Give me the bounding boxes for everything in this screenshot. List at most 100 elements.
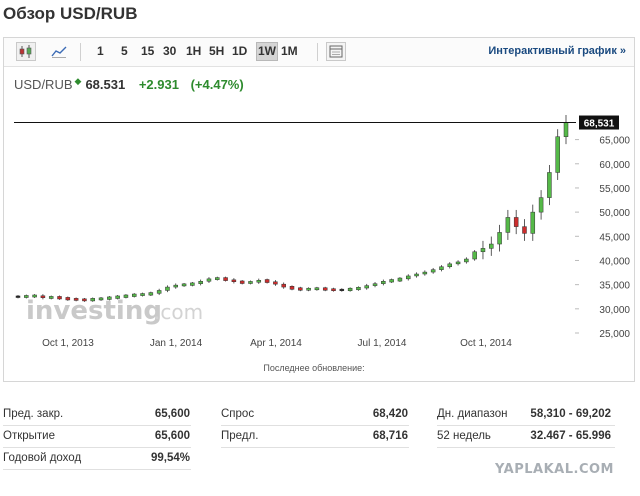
y-axis-label: 25,000 (599, 329, 630, 340)
stats-row: Пред. закр. 65,600 Спрос 68,420 Дн. диапазон… (3, 404, 615, 426)
candle-body (555, 136, 560, 173)
y-axis-label: 65,000 (599, 136, 630, 147)
stat-value: 58,310 - 69,202 (530, 408, 611, 420)
candle-body (15, 295, 21, 298)
chart-panel: 1 5 15 30 1H 5H 1D 1W 1M Интерактивный график » … (3, 37, 635, 382)
price-chart[interactable]: investing.com25,00030,00035,00040,00045,… (4, 38, 634, 378)
stat-value: 68,420 (372, 408, 408, 420)
last-price-label: 68,531 (584, 119, 615, 130)
x-axis-label: Jan 1, 2014 (150, 338, 203, 349)
candle-body (455, 261, 461, 265)
candle-body (82, 298, 87, 302)
candle-body (140, 293, 145, 296)
candle-body (381, 281, 386, 284)
candle-body (131, 293, 137, 297)
x-axis-label: Apr 1, 2014 (250, 338, 302, 349)
stat-divider (3, 469, 191, 470)
candle-body (372, 283, 378, 286)
candle-body (414, 273, 419, 277)
candle-body (522, 226, 527, 234)
candle-body (198, 281, 203, 284)
y-axis-label: 55,000 (599, 184, 630, 195)
stat-label: Дн. диапазон (437, 408, 508, 420)
candle-body (123, 294, 129, 298)
last-update-label: Последнее обновление: (263, 363, 364, 373)
stat-label: Спрос (221, 408, 255, 420)
candle-body (156, 290, 162, 294)
candle-body (447, 263, 453, 268)
candle-body (289, 286, 295, 290)
y-axis-label: 50,000 (599, 208, 630, 219)
candle-body (90, 298, 95, 302)
candle-body (464, 258, 469, 263)
stat-value: 65,600 (154, 408, 190, 420)
candle-body (231, 279, 237, 282)
candle-body (148, 292, 154, 296)
candle-body (223, 277, 228, 281)
candle-body (165, 286, 170, 291)
y-axis-label: 40,000 (599, 256, 630, 267)
candle-body (281, 283, 286, 288)
candle-body (480, 248, 486, 253)
candle-body (339, 288, 345, 292)
stat-label: Предл. (221, 430, 259, 442)
candle-body (538, 197, 544, 213)
candle-body (547, 172, 552, 198)
stat-label: Годовой доход (3, 452, 82, 464)
candle-body (273, 281, 278, 285)
candle-body (190, 282, 195, 286)
candle-body (173, 284, 179, 288)
candle-body (65, 297, 71, 301)
chart-watermark-suffix: .com (154, 300, 203, 324)
stat-value: 99,54% (150, 452, 190, 464)
y-axis-label: 60,000 (599, 160, 630, 171)
candle-body (497, 232, 502, 245)
stat-value: 32.467 - 65.996 (530, 430, 611, 442)
candle-body (563, 122, 569, 137)
candle-body (298, 287, 303, 291)
candle-body (57, 296, 62, 300)
candle-body (248, 281, 253, 284)
candle-body (513, 217, 519, 227)
candle-body (347, 287, 353, 292)
candle-body (181, 283, 187, 287)
candle-body (264, 279, 270, 283)
candle-body (505, 217, 511, 233)
stat-label: Открытие (3, 430, 55, 442)
candle-body (40, 295, 46, 298)
candle-body (356, 286, 361, 291)
candle-body (206, 278, 212, 282)
candle-body (430, 269, 436, 273)
candle-body (73, 298, 79, 301)
y-axis-label: 30,000 (599, 305, 630, 316)
candle-body (32, 294, 37, 298)
candle-body (422, 271, 428, 275)
candle-body (314, 287, 320, 291)
candle-body (439, 266, 444, 270)
y-axis-label: 45,000 (599, 232, 630, 243)
page-title: Обзор USD/RUB (3, 4, 138, 23)
candle-body (215, 277, 220, 280)
candle-body (239, 280, 245, 284)
candle-body (489, 243, 494, 249)
x-axis-label: Jul 1, 2014 (358, 338, 407, 349)
candle-body (389, 279, 394, 283)
candle-body (472, 251, 477, 260)
stat-value: 65,600 (154, 430, 190, 442)
candle-body (107, 296, 112, 300)
candle-body (256, 280, 262, 283)
candle-body (530, 211, 536, 234)
stat-label: 52 недель (437, 430, 491, 442)
candle-body (98, 297, 104, 301)
x-axis-label: Oct 1, 2014 (460, 338, 512, 349)
candle-body (24, 295, 29, 298)
site-watermark: YAPLAKAL.COM (495, 462, 614, 477)
stats-row: Открытие 65,600 Предл. 68,716 52 недель 32.46… (3, 426, 615, 448)
x-axis-label: Oct 1, 2013 (42, 338, 94, 349)
stat-value: 68,716 (372, 430, 408, 442)
candle-body (397, 277, 403, 282)
stat-label: Пред. закр. (3, 408, 64, 420)
y-axis-label: 35,000 (599, 281, 630, 292)
candle-body (306, 287, 311, 291)
candle-body (322, 287, 328, 291)
